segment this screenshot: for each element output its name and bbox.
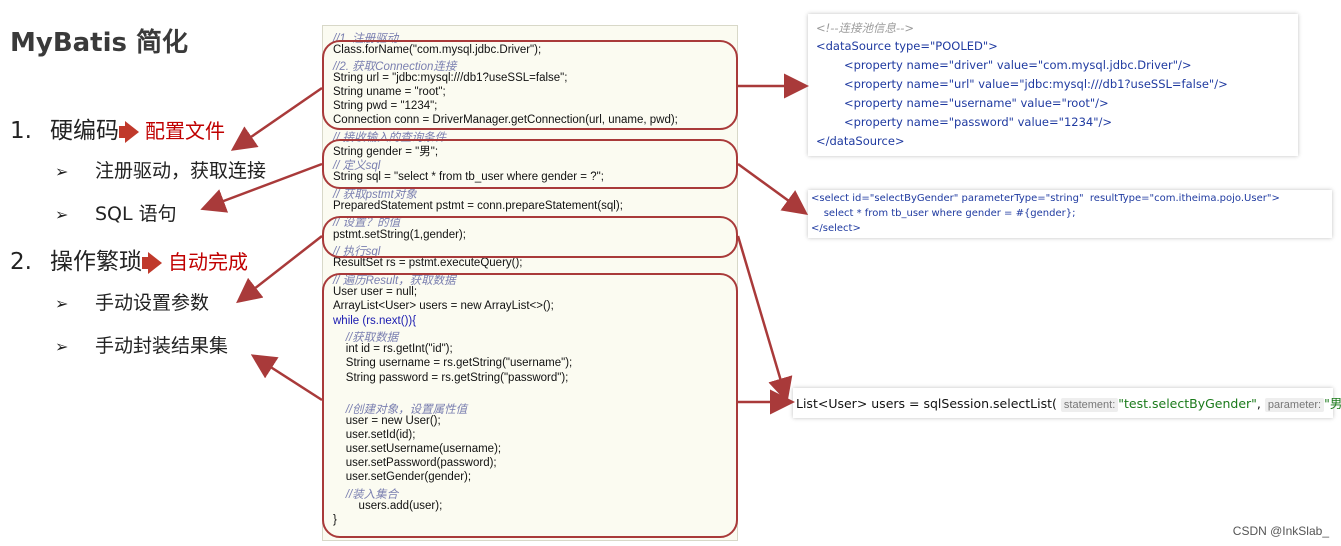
arrow-to-config: [230, 86, 323, 151]
arrow-to-sql-item: [200, 162, 323, 213]
arrow-to-select-list: [736, 235, 793, 403]
arrow-to-select: [737, 162, 809, 215]
watermark: CSDN @InkSlab_: [1232, 524, 1329, 538]
connector-arrows: [200, 73, 809, 415]
arrow-to-result-set: [250, 354, 323, 402]
arrow-to-set-params: [236, 235, 323, 304]
